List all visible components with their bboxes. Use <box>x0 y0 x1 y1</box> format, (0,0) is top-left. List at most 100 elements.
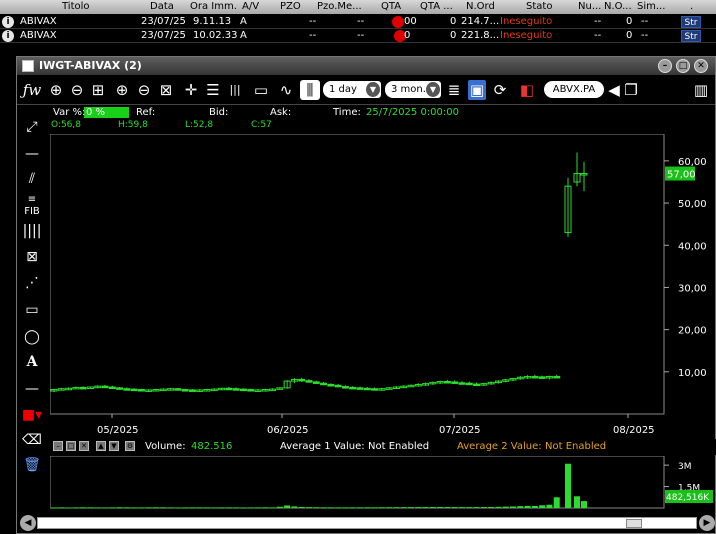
drawing-tools: ⤢ — ⫽ ≡ FIB |||| ⊠ ⋰ ▭ ◯ A — ■▾ ⌫ 🗑 <box>17 117 47 477</box>
var-value: 0 % <box>84 107 130 118</box>
info-icon[interactable]: i <box>2 30 14 42</box>
orders-col-header[interactable]: QTA ... <box>420 1 453 12</box>
orders-col-header[interactable]: Pzo.Me... <box>317 1 362 12</box>
symbol-field[interactable]: ABVX.PA <box>544 81 604 98</box>
zoom-reset-icon[interactable]: ⊠ <box>157 80 175 100</box>
range-dropdown[interactable]: 3 mon.. ▼ <box>385 81 441 98</box>
window-titlebar[interactable]: IWGT-ABIVAX (2) – □ ✕ <box>17 57 715 75</box>
orders-col-header[interactable]: . <box>690 1 693 12</box>
volume-bar <box>131 507 138 509</box>
trash-icon[interactable]: 🗑 <box>21 455 43 475</box>
orders-col-header[interactable]: N.O... <box>604 1 632 12</box>
orders-col-header[interactable]: Stato <box>526 1 552 12</box>
zoom-horizontal-icon[interactable]: ⊕ <box>113 80 131 100</box>
panel-menu-icon[interactable]: ▥ <box>692 80 710 100</box>
line-chart-icon[interactable]: ∿ <box>276 80 296 100</box>
volume-bar <box>502 506 509 508</box>
panel-down-icon[interactable]: ▼ <box>109 441 119 451</box>
volume-bar <box>218 507 225 509</box>
scroll-left-icon[interactable]: ◀ <box>20 515 36 531</box>
strategy-button[interactable]: Str <box>681 16 701 28</box>
scroll-right-icon[interactable]: ▶ <box>699 515 715 531</box>
minimize-button[interactable]: – <box>658 59 672 73</box>
x-tick-label: 06/2025 <box>267 425 309 436</box>
order-cell-pzo: -- <box>309 16 317 27</box>
interval-dropdown[interactable]: 1 day ▼ <box>323 81 381 98</box>
order-cell-pzome: -- <box>357 16 365 27</box>
strategy-button[interactable]: Str <box>681 30 701 42</box>
price-chart[interactable]: 10,00 20,00 30,00 40,00 50,00 60,00 05/2025 06/… <box>50 134 716 438</box>
orders-col-header[interactable]: Nu... <box>578 1 601 12</box>
zoom-out-icon[interactable]: ⊖ <box>68 80 86 100</box>
panel-minimize-icon[interactable]: – <box>53 441 63 451</box>
rectangle-icon[interactable]: ▭ <box>21 300 43 320</box>
panel-close-icon[interactable]: ✕ <box>79 441 89 451</box>
color-picker-icon[interactable]: ■▾ <box>21 405 43 425</box>
volume-bar <box>459 507 465 509</box>
text-tool-icon[interactable]: A <box>21 352 43 372</box>
zoom-fit-icon[interactable]: ⊞ <box>89 80 107 100</box>
vertical-lines-icon[interactable]: |||| <box>21 221 43 241</box>
candle-body <box>232 388 240 391</box>
orders-col-header[interactable]: A/V <box>242 1 259 12</box>
zoom-vertical-icon[interactable]: ⊖ <box>135 80 153 100</box>
eraser-icon[interactable]: ⌫ <box>21 430 43 450</box>
order-icon[interactable]: ◧ <box>518 80 536 100</box>
gann-box-icon[interactable]: ⊠ <box>21 247 43 267</box>
ellipse-icon[interactable]: ◯ <box>21 327 43 347</box>
candlestick-icon[interactable]: ⫼ <box>300 80 320 100</box>
avg1-value: Not Enabled <box>368 441 430 452</box>
crosshair-icon[interactable]: ✛ <box>182 80 200 100</box>
orders-col-header[interactable]: Data <box>150 1 174 12</box>
fan-lines-icon[interactable]: ⋰ <box>21 273 43 293</box>
order-row[interactable]: i ABIVAX 23/07/25 9.11.13 A -- -- 00 0 214.7... In… <box>0 15 716 29</box>
orders-col-header[interactable]: Sim... <box>637 1 665 12</box>
indicator-list-icon[interactable]: ≣ <box>445 80 463 100</box>
function-icon[interactable]: ƒw <box>20 80 44 100</box>
candle-body <box>327 383 335 387</box>
scroll-track[interactable] <box>37 517 697 529</box>
orders-col-header[interactable]: PZO <box>280 1 301 12</box>
y-tick-label: 40,00 <box>678 241 707 252</box>
volume-bar <box>422 507 429 509</box>
list-icon[interactable]: ☰ <box>204 80 222 100</box>
line-style-icon[interactable]: — <box>21 379 43 399</box>
info-icon[interactable]: i <box>2 16 14 28</box>
close-button[interactable]: ✕ <box>694 59 708 73</box>
parallel-lines-icon[interactable]: ⫽ <box>21 169 43 189</box>
scroll-thumb[interactable] <box>626 519 642 528</box>
previous-icon[interactable]: ◀ <box>607 80 621 100</box>
order-cell-nu: -- <box>594 30 602 41</box>
panel-up-icon[interactable]: ▲ <box>96 441 106 451</box>
copy-window-icon[interactable]: ❐ <box>622 80 640 100</box>
candle-body <box>553 375 561 379</box>
volume-bar <box>109 507 116 509</box>
chart-scrollbar[interactable]: ◀ ▶ <box>17 513 715 533</box>
zoom-in-icon[interactable]: ⊕ <box>47 80 65 100</box>
volume-bar <box>276 506 283 508</box>
volume-bar <box>58 507 65 509</box>
x-tick-label: 07/2025 <box>439 425 481 436</box>
fibonacci-icon[interactable]: ≡ FIB <box>21 194 43 217</box>
maximize-button[interactable]: □ <box>676 59 690 73</box>
panel-settings-icon[interactable]: ⚙ <box>125 441 135 451</box>
horizontal-line-icon[interactable]: — <box>21 144 43 164</box>
volume-bar <box>174 507 181 509</box>
candle-body <box>341 386 349 389</box>
orders-col-header[interactable]: Ora Imm. <box>190 1 237 12</box>
volume-bar <box>269 507 276 509</box>
window-layout-icon[interactable]: ▭ <box>251 80 271 100</box>
volume-chart[interactable]: 1,5M3M482,516K <box>50 456 716 510</box>
panel-maximize-icon[interactable]: □ <box>66 441 76 451</box>
candle-body <box>247 389 255 392</box>
orders-col-header[interactable]: QTA <box>381 1 401 12</box>
trend-arrow-icon[interactable]: ⤢ <box>21 117 43 137</box>
orders-col-header[interactable]: N.Ord <box>466 1 495 12</box>
orders-col-header[interactable]: Titolo <box>62 1 90 12</box>
refresh-icon[interactable]: ⟳ <box>491 80 509 100</box>
order-row[interactable]: i ABIVAX 23/07/25 10.02.33 A -- -- 0 0 221.8... In… <box>0 29 716 43</box>
trading-app: Titolo Data Ora Imm. A/V PZO Pzo.Me... QTA QTA … <box>0 0 716 534</box>
bars-icon[interactable]: ||| <box>226 80 244 100</box>
save-icon[interactable]: ▣ <box>468 80 486 100</box>
order-cell-ora: 10.02.33 <box>193 30 238 41</box>
